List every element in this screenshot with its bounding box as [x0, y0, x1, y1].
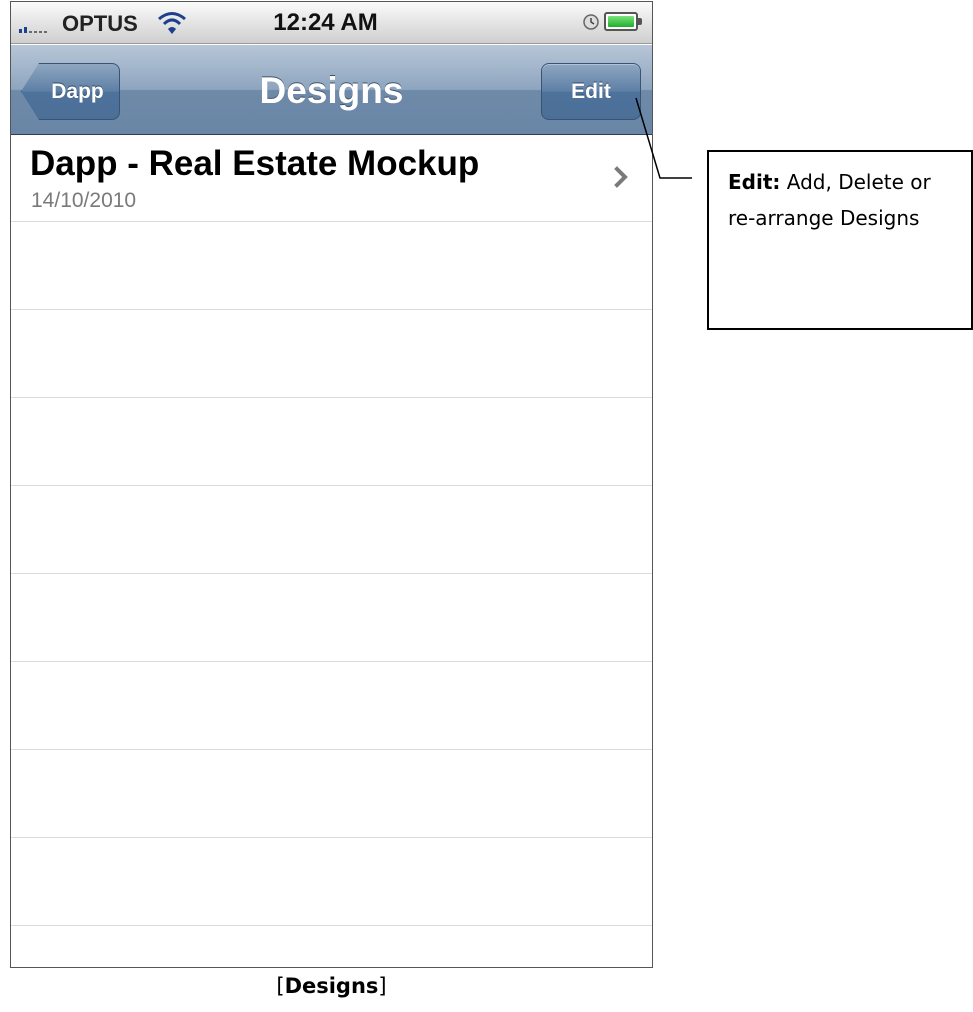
- caption-label: Designs: [284, 974, 379, 998]
- alarm-icon: [583, 14, 599, 30]
- edit-button[interactable]: Edit: [541, 63, 641, 120]
- empty-row: [11, 926, 652, 967]
- edit-callout: Edit: Add, Delete or re-arrange Designs: [707, 150, 973, 330]
- empty-row: [11, 574, 652, 662]
- callout-heading: Edit:: [728, 170, 781, 194]
- phone-screen: OPTUS 12:24 AM Designs Dapp Edit Dapp - …: [10, 1, 653, 968]
- chevron-right-icon: [614, 166, 628, 188]
- empty-row: [11, 750, 652, 838]
- design-date: 14/10/2010: [31, 189, 137, 212]
- caption-close: ]: [378, 974, 387, 998]
- status-bar: OPTUS 12:24 AM: [11, 2, 652, 44]
- empty-row: [11, 398, 652, 486]
- navigation-bar: Designs Dapp Edit: [11, 45, 652, 135]
- caption-open: [: [276, 974, 285, 998]
- empty-row: [11, 310, 652, 398]
- empty-row: [11, 486, 652, 574]
- empty-row: [11, 662, 652, 750]
- empty-row: [11, 838, 652, 926]
- designs-list: Dapp - Real Estate Mockup 14/10/2010: [11, 136, 652, 967]
- battery-icon: [604, 12, 642, 31]
- figure-caption: [Designs]: [0, 974, 663, 998]
- list-item[interactable]: Dapp - Real Estate Mockup 14/10/2010: [11, 136, 652, 222]
- back-button[interactable]: Dapp: [21, 63, 120, 120]
- empty-row: [11, 222, 652, 310]
- design-title: Dapp - Real Estate Mockup: [30, 144, 480, 183]
- status-time: 12:24 AM: [273, 9, 378, 36]
